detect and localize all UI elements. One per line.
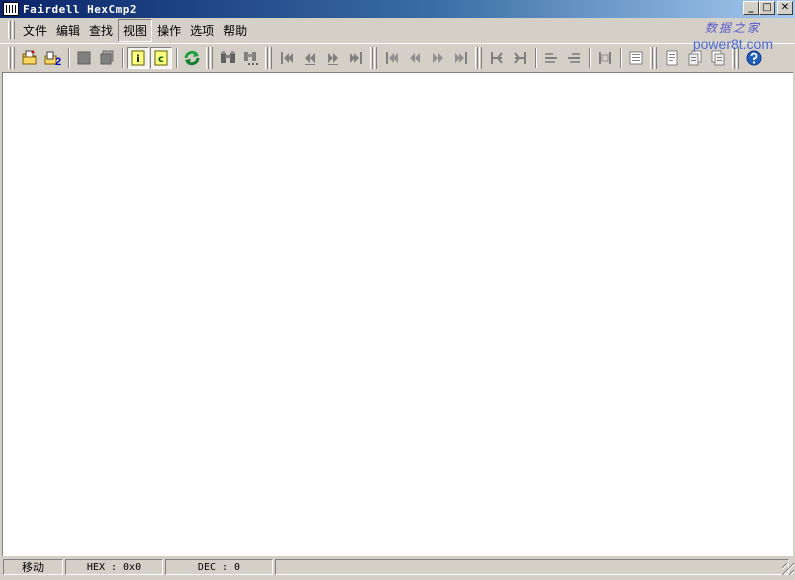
list-icon [629,51,643,64]
refresh-button[interactable] [181,47,203,69]
prev-block-icon [410,52,420,63]
columns-button[interactable] [594,47,616,69]
list-button[interactable] [625,47,647,69]
status-mode: 移动 [3,559,63,575]
status-bar: 移动 HEX : 0x0 DEC : 0 [0,557,795,577]
align-up-button[interactable] [540,47,562,69]
find-next-icon [244,51,258,65]
next-block-button[interactable] [427,47,449,69]
title-bar[interactable]: Fairdell HexCmp2 _ □ ✕ [0,0,795,18]
menu-operate[interactable]: 操作 [153,20,185,41]
toolbar-separator [68,47,70,68]
toolbar-grip[interactable] [370,46,378,69]
columns-icon [599,51,611,64]
menu-find[interactable]: 查找 [85,20,117,41]
toolbar-separator [176,47,178,68]
report-button[interactable] [661,47,683,69]
toolbar-grip[interactable] [650,46,658,69]
compare-view-letter: c [158,54,164,65]
refresh-icon [184,50,200,65]
watermark-line2: power8t.com [692,36,773,52]
menu-bar: 文件 编辑 查找 视图 操作 选项 帮助 [0,18,795,42]
status-dec: DEC : 0 [165,559,273,575]
prev-diff-button[interactable] [299,47,321,69]
menu-grip[interactable] [8,21,16,39]
next-block-icon [433,52,443,63]
menu-file[interactable]: 文件 [19,20,51,41]
info-view-button[interactable]: i [127,46,149,69]
watermark-line1: 数据之家 [704,21,761,35]
first-block-button[interactable] [381,47,403,69]
compare-view-area[interactable] [2,72,793,556]
resize-grip[interactable] [782,563,794,575]
toolbar-separator [535,47,537,68]
status-extra [275,559,789,575]
toolbar-grip[interactable] [475,46,483,69]
compare-view-button[interactable]: c [150,46,172,69]
watermark: 数据之家 power8t.com [693,19,773,52]
find-icon [221,50,235,63]
align-up-icon [545,52,557,63]
align-down-icon [568,52,580,63]
open-file-2-icon: 2 [44,51,61,67]
toolbar-grip[interactable] [265,46,273,69]
first-diff-icon [281,51,293,64]
status-hex: HEX : 0x0 [65,559,163,575]
prev-diff-icon [305,52,315,65]
align-down-button[interactable] [563,47,585,69]
view-dual-button[interactable] [96,47,118,69]
compare-view-icon: c [154,50,168,65]
next-diff-icon [328,52,338,65]
sync-left-icon [491,51,503,64]
first-diff-button[interactable] [276,47,298,69]
menu-options[interactable]: 选项 [186,20,218,41]
prev-block-button[interactable] [404,47,426,69]
last-diff-button[interactable] [345,47,367,69]
close-button[interactable]: ✕ [777,1,793,15]
last-diff-icon [350,51,362,64]
info-view-letter: i [136,54,139,65]
window-title: Fairdell HexCmp2 [23,2,137,16]
toolbar-separator [589,47,591,68]
app-icon[interactable] [3,2,19,16]
report-icon [666,50,678,65]
toolbar-separator [122,47,124,68]
menu-view[interactable]: 视图 [118,18,153,42]
view-single-icon [77,51,91,64]
view-single-button[interactable] [73,47,95,69]
toolbar-separator [620,47,622,68]
toolbar-grip[interactable] [206,46,214,69]
toolbar: 2 i c [0,43,795,71]
find-button[interactable] [217,47,239,69]
open-file-1-button[interactable] [19,47,41,69]
sync-left-button[interactable] [486,47,508,69]
window-controls: _ □ ✕ [743,1,793,15]
menu-edit[interactable]: 编辑 [52,20,84,41]
open-file-1-icon [22,49,37,64]
toolbar-grip[interactable] [8,46,16,69]
next-diff-button[interactable] [322,47,344,69]
first-block-icon [386,51,398,64]
sync-right-button[interactable] [509,47,531,69]
view-dual-icon [100,50,114,64]
find-next-button[interactable] [240,47,262,69]
open-file-2-badge: 2 [55,56,61,67]
maximize-button[interactable]: □ [759,1,775,15]
last-block-button[interactable] [450,47,472,69]
open-file-2-button[interactable]: 2 [42,47,64,69]
info-view-icon: i [131,50,145,65]
minimize-button[interactable]: _ [743,1,759,15]
sync-right-icon [514,51,526,64]
last-block-icon [455,51,467,64]
menu-help[interactable]: 帮助 [219,20,251,41]
